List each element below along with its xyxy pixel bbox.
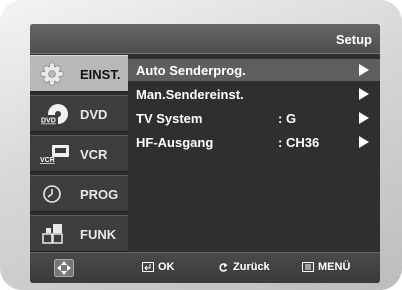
sidebar-item-label: VCR (80, 147, 108, 162)
menu-label: MENÜ (318, 261, 351, 273)
menu-item-value: : G (278, 111, 297, 126)
sidebar: EINST. DVD DVD VCR VCR PROG FUNK (30, 55, 128, 252)
back-hint: Zurück (218, 261, 270, 273)
menu-item-label: TV System (136, 111, 203, 126)
arrow-right-icon (359, 112, 369, 124)
menu-item-label: HF-Ausgang (136, 135, 214, 150)
sidebar-item-label: DVD (80, 107, 108, 122)
arrow-right-icon (359, 88, 369, 100)
sidebar-item-label: PROG (80, 187, 119, 202)
vcr-tape-icon: VCR (40, 145, 69, 164)
osd-screen: Setup EINST. DVD DVD VCR VCR PROG FUNK A… (30, 24, 380, 283)
vcr-icon-text: VCR (40, 157, 55, 164)
directional-pad-icon (54, 259, 74, 277)
dvd-disc-icon: DVD (40, 104, 68, 125)
arrow-right-icon (359, 64, 369, 76)
sidebar-item-einst[interactable]: EINST. (30, 55, 128, 92)
sidebar-item-dvd[interactable]: DVD DVD (30, 95, 128, 132)
clock-icon (43, 185, 61, 203)
sidebar-item-label: FUNK (80, 227, 117, 242)
menu-item-tv-system[interactable]: TV System : G (128, 107, 380, 129)
function-blocks-icon (42, 224, 63, 244)
menu-item-label: Man.Sendereinst. (136, 87, 244, 102)
header-bar: Setup (30, 24, 380, 54)
settings-menu: Auto Senderprog. Man.Sendereinst. TV Sys… (128, 55, 380, 252)
menu-hint: MENÜ (302, 261, 350, 273)
sidebar-item-funk[interactable]: FUNK (30, 215, 128, 252)
menu-key-icon (302, 262, 314, 273)
sidebar-item-vcr[interactable]: VCR VCR (30, 135, 128, 172)
gear-icon (40, 62, 64, 86)
dvd-icon-text: DVD (41, 118, 56, 125)
enter-key-icon (142, 262, 154, 273)
sidebar-item-label: EINST. (80, 67, 121, 82)
menu-item-hf-ausgang[interactable]: HF-Ausgang : CH36 (128, 131, 380, 153)
arrow-right-icon (359, 136, 369, 148)
return-icon (219, 262, 228, 272)
footer-bar: OK Zurück MENÜ (30, 252, 380, 283)
page-title: Setup (335, 32, 372, 47)
ok-label: OK (158, 261, 175, 273)
back-label: Zurück (233, 261, 270, 273)
menu-item-man-sendereinst[interactable]: Man.Sendereinst. (128, 83, 380, 105)
menu-item-label: Auto Senderprog. (136, 63, 246, 78)
menu-item-auto-senderprog[interactable]: Auto Senderprog. (128, 59, 380, 81)
ok-hint: OK (142, 261, 175, 273)
sidebar-item-prog[interactable]: PROG (30, 175, 128, 212)
menu-item-value: : CH36 (278, 135, 320, 150)
